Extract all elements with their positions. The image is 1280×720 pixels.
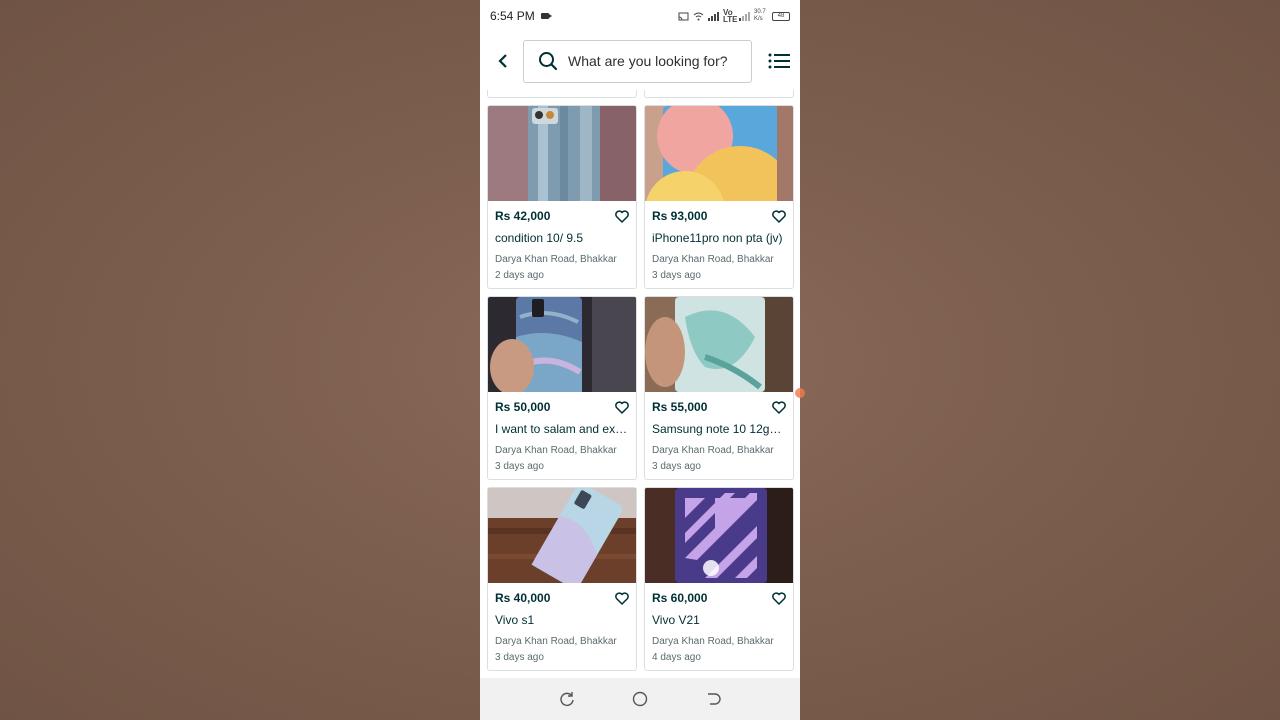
listing-price: Rs 50,000 <box>495 400 551 414</box>
favorite-button[interactable] <box>771 208 787 224</box>
listing-price: Rs 40,000 <box>495 591 551 605</box>
recents-button[interactable] <box>557 689 577 709</box>
listing-price: Rs 42,000 <box>495 209 551 223</box>
listing-card[interactable]: Rs 93,000 iPhone11pro non pta (jv) Darya… <box>644 105 794 289</box>
listing-title: condition 10/ 9.5 <box>495 231 584 245</box>
network-type-label: Vo LTE <box>723 8 738 24</box>
listing-date: 3 days ago <box>495 461 544 472</box>
listing-photo[interactable] <box>488 106 636 201</box>
chevron-left-icon <box>498 54 507 68</box>
listing-card[interactable]: Rs 40,000 Vivo s1 Darya Khan Road, Bhakk… <box>487 487 637 671</box>
listing-photo[interactable] <box>488 297 636 392</box>
listing-title: Vivo V21 <box>652 613 700 627</box>
listing-card[interactable]: Rs 50,000 I want to salam and exchange D… <box>487 296 637 480</box>
listing-photo[interactable] <box>645 488 793 583</box>
search-icon <box>539 52 558 71</box>
back-arrow-icon <box>708 693 721 705</box>
listing-price: Rs 55,000 <box>652 400 708 414</box>
listing-location: Darya Khan Road, Bhakkar <box>652 636 774 647</box>
search-placeholder: What are you looking for? <box>568 53 728 69</box>
battery-level: 48 <box>777 13 785 19</box>
search-input[interactable]: What are you looking for? <box>523 39 752 83</box>
heart-outline-icon <box>615 400 629 414</box>
status-time: 6:54 PM <box>490 9 535 23</box>
back-nav-button[interactable] <box>703 689 723 709</box>
listing-date: 3 days ago <box>652 461 701 472</box>
favorite-button[interactable] <box>614 208 630 224</box>
listing-title: I want to salam and exchange <box>495 422 630 436</box>
recents-icon <box>560 692 574 706</box>
listing-card-partial[interactable] <box>644 90 794 98</box>
listing-price: Rs 60,000 <box>652 591 708 605</box>
listing-date: 4 days ago <box>652 652 701 663</box>
heart-outline-icon <box>615 209 629 223</box>
listing-date: 3 days ago <box>495 652 544 663</box>
touch-indicator <box>795 388 805 398</box>
heart-outline-icon <box>615 591 629 605</box>
status-bar: 6:54 PM Vo LTE 30.7 K/s 48 <box>480 0 800 32</box>
favorite-button[interactable] <box>614 399 630 415</box>
listing-location: Darya Khan Road, Bhakkar <box>495 636 617 647</box>
favorite-button[interactable] <box>771 399 787 415</box>
listing-photo[interactable] <box>645 106 793 201</box>
wifi-icon <box>693 12 704 20</box>
network-speed: 30.7 K/s <box>754 9 766 22</box>
listing-photo[interactable] <box>645 297 793 392</box>
home-circle-icon <box>632 691 648 707</box>
listing-title: iPhone11pro non pta (jv) <box>652 231 783 245</box>
listing-card[interactable]: Rs 42,000 condition 10/ 9.5 Darya Khan R… <box>487 105 637 289</box>
list-view-icon <box>768 53 790 69</box>
signal-strength-secondary-icon <box>739 11 750 21</box>
listing-card[interactable]: Rs 60,000 Vivo V21 Darya Khan Road, Bhak… <box>644 487 794 671</box>
listing-photo[interactable] <box>488 488 636 583</box>
listing-title: Samsung note 10 12gb 256gb <box>652 422 787 436</box>
battery-icon: 48 <box>772 11 790 21</box>
back-button[interactable] <box>494 41 512 81</box>
listing-card-partial[interactable] <box>487 90 637 98</box>
favorite-button[interactable] <box>614 590 630 606</box>
listing-title: Vivo s1 <box>495 613 535 627</box>
home-button[interactable] <box>630 689 650 709</box>
signal-strength-icon <box>708 11 719 21</box>
favorite-button[interactable] <box>771 590 787 606</box>
listing-price: Rs 93,000 <box>652 209 708 223</box>
listing-location: Darya Khan Road, Bhakkar <box>652 254 774 265</box>
listing-location: Darya Khan Road, Bhakkar <box>495 445 617 456</box>
list-view-button[interactable] <box>768 41 790 81</box>
listing-location: Darya Khan Road, Bhakkar <box>652 445 774 456</box>
heart-outline-icon <box>772 209 786 223</box>
phone-screen: 6:54 PM Vo LTE 30.7 K/s 48 What are you … <box>480 0 800 720</box>
system-nav-bar <box>480 678 800 720</box>
heart-outline-icon <box>772 400 786 414</box>
video-camera-icon <box>540 13 552 19</box>
cast-icon <box>678 12 689 20</box>
listing-location: Darya Khan Road, Bhakkar <box>495 254 617 265</box>
heart-outline-icon <box>772 591 786 605</box>
listing-date: 3 days ago <box>652 270 701 281</box>
listing-card[interactable]: Rs 55,000 Samsung note 10 12gb 256gb Dar… <box>644 296 794 480</box>
search-header: What are you looking for? <box>480 32 800 90</box>
listing-date: 2 days ago <box>495 270 544 281</box>
listings-grid[interactable]: Rs 42,000 condition 10/ 9.5 Darya Khan R… <box>480 90 800 678</box>
